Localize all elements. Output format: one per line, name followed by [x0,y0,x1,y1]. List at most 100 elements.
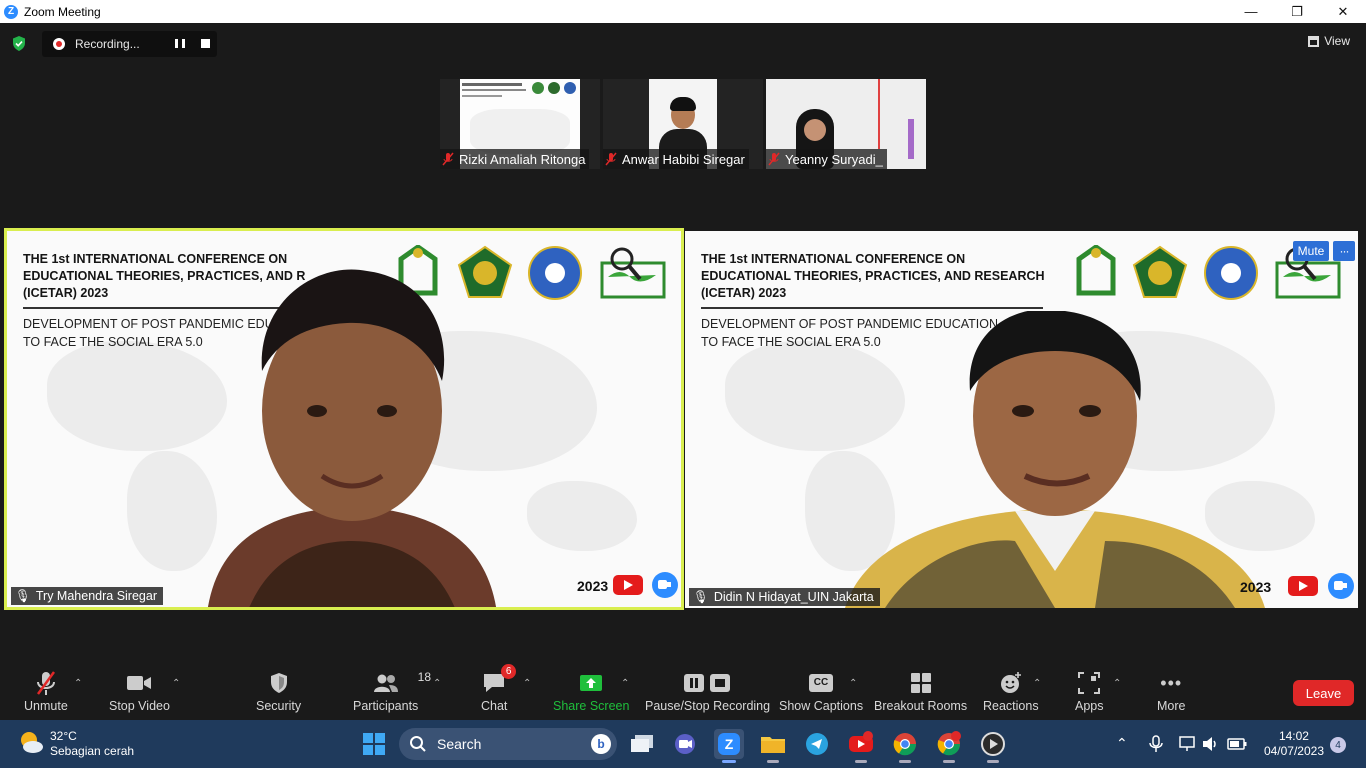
meeting-area: Recording... View Rizki Amaliah Ritonga [0,23,1366,660]
participant-label: Anwar Habibi Siregar [603,149,749,169]
weather-widget[interactable]: 32°C Sebagian cerah [50,729,134,759]
task-view-button[interactable] [627,729,657,759]
chrome-profile-app[interactable] [934,729,964,763]
chrome-app[interactable] [890,729,920,763]
task-view-icon [631,735,653,752]
zoom-app[interactable]: Z [714,729,744,763]
mic-muted-icon [605,152,617,166]
participant-label: Yeanny Suryadi_ [766,149,887,169]
search-label: Search [437,736,482,752]
ministry-logo-icon [1132,245,1188,298]
participant-label: Rizki Amaliah Ritonga [440,149,590,169]
bing-icon[interactable]: b [591,734,611,754]
stop-video-button[interactable]: Stop Video [109,670,170,713]
show-hidden-icons-chevron-icon[interactable]: ⌃ [1116,735,1128,752]
apps-options-chevron-icon[interactable]: ⌃ [1113,678,1121,689]
shield-icon[interactable] [12,36,26,51]
breakout-rooms-icon [910,673,931,693]
participant-thumbnail[interactable]: Yeanny Suryadi_ [766,79,926,169]
participant-more-button[interactable]: ··· [1333,241,1355,261]
stop-recording-button[interactable] [201,39,210,48]
youtube-app[interactable] [846,729,876,763]
mute-participant-button[interactable]: Mute [1293,241,1329,261]
zoom-app-icon: Z [718,733,740,755]
unmute-button[interactable]: Unmute [24,670,68,713]
mic-muted-icon [768,152,780,166]
participant-name: Try Mahendra Siregar [35,589,157,603]
mic-muted-icon: 🎙 [693,589,709,604]
battery-icon[interactable] [1227,738,1247,750]
taskbar-search[interactable]: Search b [399,728,617,760]
participants-options-chevron-icon[interactable]: ⌃ [433,678,441,689]
start-button[interactable] [359,729,389,759]
reactions-button[interactable]: Reactions [983,670,1039,713]
microphone-icon[interactable] [1149,735,1163,753]
mic-muted-icon [36,671,55,695]
participant-name: Didin N Hidayat_UIN Jakarta [713,590,874,604]
chat-options-chevron-icon[interactable]: ⌃ [523,678,531,689]
video-tile[interactable]: THE 1st INTERNATIONAL CONFERENCE ON EDUC… [685,231,1358,608]
more-button[interactable]: ••• More [1157,670,1185,714]
breakout-rooms-label: Breakout Rooms [874,699,968,713]
pause-recording-button[interactable] [175,39,185,48]
view-button[interactable]: View [1308,34,1350,48]
smiley-icon [1000,672,1021,693]
participant-name: Rizki Amaliah Ritonga [459,151,586,167]
video-tile-active-speaker[interactable]: THE 1st INTERNATIONAL CONFERENCE ON EDUC… [4,228,684,610]
file-explorer-app[interactable] [758,729,788,763]
play-icon [981,732,1005,756]
show-captions-button[interactable]: CC Show Captions [779,670,863,713]
university-logo-icon [1076,245,1116,296]
participants-label: Participants [353,699,419,713]
audio-options-chevron-icon[interactable]: ⌃ [74,678,82,689]
zoom-camera-icon [1328,573,1354,599]
folder-icon [761,737,785,753]
participants-button[interactable]: 18 Participants [353,670,431,713]
window-title: Zoom Meeting [24,4,101,19]
chat-button[interactable]: 6 Chat [481,664,517,713]
leave-button[interactable]: Leave [1293,680,1354,706]
chat-label: Chat [481,699,508,713]
pause-stop-recording-button[interactable]: Pause/Stop Recording [645,670,770,713]
captions-options-chevron-icon[interactable]: ⌃ [849,678,857,689]
maximize-button[interactable]: ❐ [1274,0,1320,23]
volume-icon[interactable] [1202,736,1220,752]
breakout-rooms-button[interactable]: Breakout Rooms [874,670,967,713]
participant-thumbnail[interactable]: Rizki Amaliah Ritonga [440,79,600,169]
reactions-label: Reactions [983,699,1039,713]
security-button[interactable]: Security [256,670,301,713]
reactions-options-chevron-icon[interactable]: ⌃ [1033,678,1041,689]
telegram-app[interactable] [802,729,832,759]
view-label: View [1324,34,1350,48]
participant-name: Anwar Habibi Siregar [622,151,745,167]
video-options-chevron-icon[interactable]: ⌃ [172,678,180,689]
telegram-icon [806,733,828,755]
participant-label: 🎙 Didin N Hidayat_UIN Jakarta [689,588,880,606]
share-screen-button[interactable]: Share Screen [553,670,629,713]
search-icon [410,736,426,752]
participants-count: 18 [417,670,432,684]
apps-button[interactable]: Apps [1075,670,1104,713]
participant-video [208,269,496,607]
share-options-chevron-icon[interactable]: ⌃ [621,678,629,689]
shield-icon [270,673,287,693]
media-player-app[interactable] [978,729,1008,763]
participant-thumbnail[interactable]: Anwar Habibi Siregar [603,79,763,169]
minimize-button[interactable]: — [1228,0,1274,23]
windows-logo-icon [363,733,385,755]
more-dots-icon: ••• [1160,672,1183,693]
close-button[interactable]: ✕ [1320,0,1366,23]
recording-dot-icon [53,38,65,50]
stop-video-label: Stop Video [109,699,170,713]
teams-meet-app[interactable] [670,729,700,759]
weather-temperature: 32°C [50,729,77,743]
window-controls: — ❐ ✕ [1228,0,1366,23]
network-icon[interactable] [1179,736,1197,752]
partly-sunny-icon[interactable] [18,730,44,754]
slide-year: 2023 [577,578,609,594]
taskbar-clock[interactable]: 14:02 04/07/2023 [1264,729,1324,759]
windows-taskbar: 32°C Sebagian cerah Search b Z ⌃ 14:02 0… [0,720,1366,768]
notification-badge[interactable]: 4 [1330,737,1346,753]
show-captions-label: Show Captions [779,699,864,713]
pause-stop-icon [683,674,730,692]
